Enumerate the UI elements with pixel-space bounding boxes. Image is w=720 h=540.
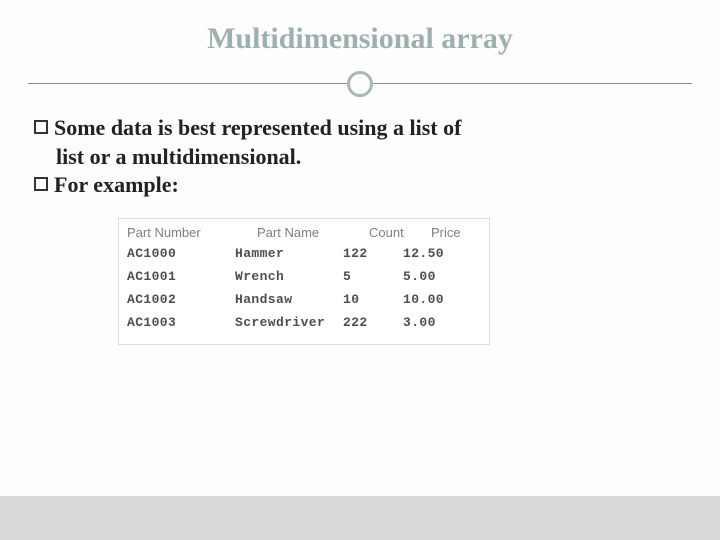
table-header-cell: Part Name [257,225,369,240]
table-cell: 12.50 [403,246,473,261]
bullet-text: Some data is best represented using a li… [54,114,461,143]
table-cell: Handsaw [235,292,343,307]
footer-band [0,496,720,540]
title-area: Multidimensional array [0,0,720,56]
bullet-item: Some data is best represented using a li… [34,114,686,143]
table-header-cell: Price [431,225,481,240]
slide: Multidimensional array Some data is best… [0,0,720,540]
table-cell: 5.00 [403,269,473,284]
table-cell: AC1002 [127,292,235,307]
table-header-cell: Part Number [127,225,257,240]
table-cell: 10 [343,292,403,307]
bullet-item: For example: [34,171,686,200]
table-cell: 10.00 [403,292,473,307]
table-cell: AC1001 [127,269,235,284]
bullet-square-icon [34,120,48,134]
bullet-square-icon [34,177,48,191]
table-cell: Screwdriver [235,315,343,330]
table-cell: Hammer [235,246,343,261]
divider-circle-icon [347,71,373,97]
table-header-cell: Count [369,225,431,240]
table-cell: 222 [343,315,403,330]
table-cell: 3.00 [403,315,473,330]
table-cell: AC1000 [127,246,235,261]
title-divider [0,70,720,100]
table-row: AC1000 Hammer 122 12.50 [127,242,481,265]
table-cell: 122 [343,246,403,261]
bullet-continuation: list or a multidimensional. [34,143,686,172]
data-table: Part Number Part Name Count Price AC1000… [118,218,490,345]
table-header-row: Part Number Part Name Count Price [127,225,481,242]
slide-title: Multidimensional array [0,22,720,56]
table-cell: Wrench [235,269,343,284]
table-cell: 5 [343,269,403,284]
table-row: AC1001 Wrench 5 5.00 [127,265,481,288]
bullet-text: For example: [54,171,179,200]
content-area: Some data is best represented using a li… [0,100,720,345]
table-row: AC1003 Screwdriver 222 3.00 [127,311,481,334]
table-cell: AC1003 [127,315,235,330]
table-row: AC1002 Handsaw 10 10.00 [127,288,481,311]
